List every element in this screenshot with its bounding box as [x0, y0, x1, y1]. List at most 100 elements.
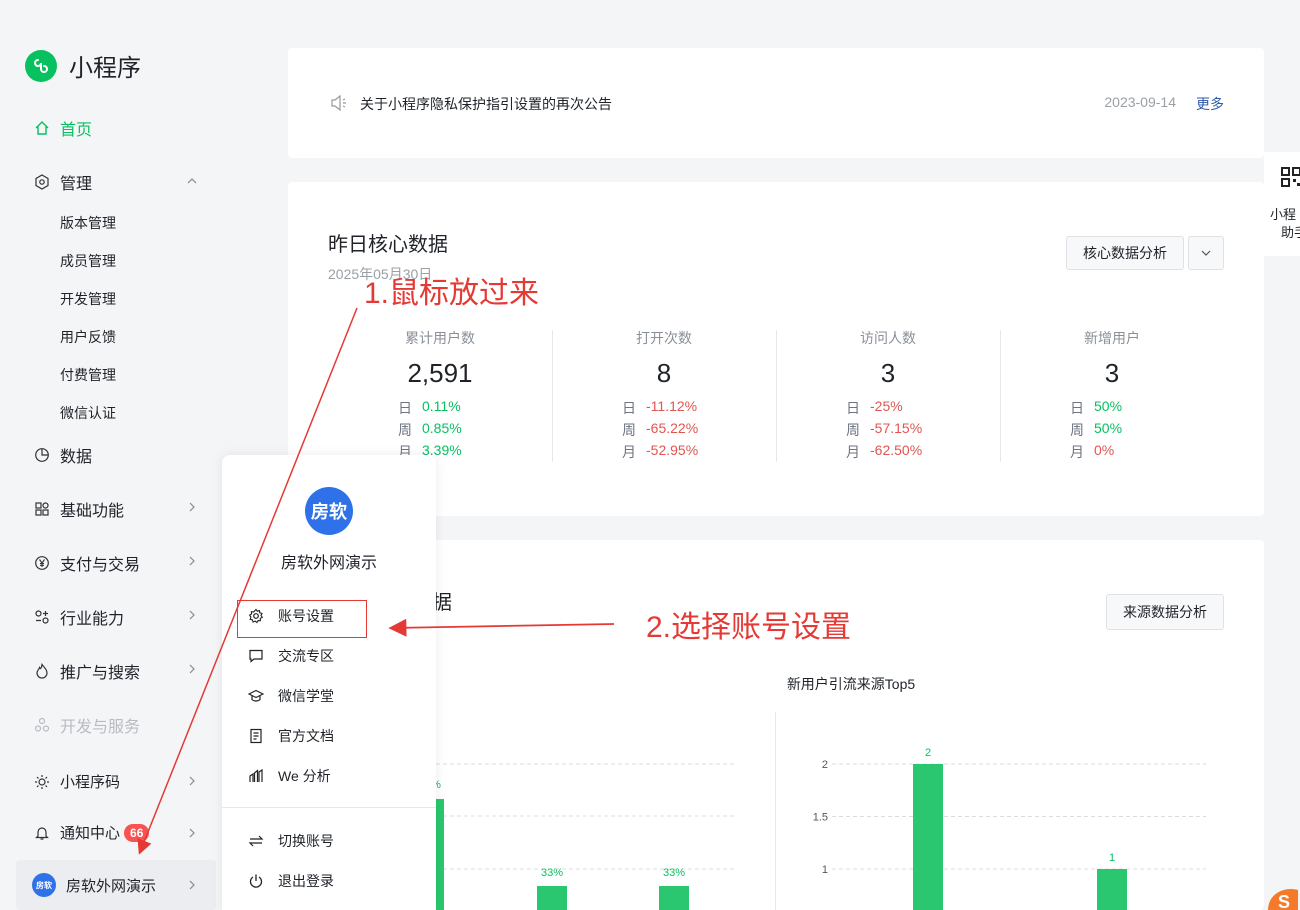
notice-more-link[interactable]: 更多 — [1196, 94, 1224, 114]
bar — [913, 764, 943, 910]
menu-we-analysis[interactable]: We 分析 — [248, 766, 331, 786]
account-row[interactable]: 房软 房软外网演示 — [16, 860, 216, 910]
nav-notice-center[interactable]: 通知中心 66 — [33, 822, 150, 843]
notice-count-badge: 66 — [124, 823, 150, 842]
chevron-right-icon[interactable] — [186, 663, 198, 675]
menu-switch-account[interactable]: 切换账号 — [248, 831, 334, 851]
chevron-right-icon[interactable] — [186, 827, 198, 839]
stat-period: 月 — [622, 444, 636, 460]
nav-data-label: 数据 — [60, 449, 93, 466]
nav-notice-label: 通知中心 — [60, 825, 121, 842]
stat-column: 访问人数 3 日 -25% 周 -57.15% 月 -62.50% — [776, 328, 1000, 462]
stat-change-value: -11.12% — [646, 398, 698, 414]
menu-label: 切换账号 — [278, 833, 334, 849]
switch-arrows-icon — [248, 833, 264, 849]
nav-devsvc: 开发与服务 — [33, 713, 140, 737]
stat-period: 日 — [846, 400, 860, 416]
stat-value: 3 — [1104, 358, 1120, 388]
chevron-right-icon[interactable] — [186, 775, 198, 787]
stat-change-value: -65.22% — [646, 420, 699, 436]
y-tick-label: 1.5 — [813, 812, 828, 824]
nav-data[interactable]: 数据 — [33, 443, 92, 467]
stat-period: 月 — [1070, 444, 1084, 460]
y-tick-label: 2 — [822, 759, 828, 771]
nav-promo-label: 推广与搜索 — [60, 665, 141, 682]
stat-column: 新增用户 3 日 50% 周 50% 月 0% — [1000, 328, 1224, 462]
sub-pay[interactable]: 付费管理 — [60, 365, 116, 385]
side-tab-line1: 小程 — [1270, 207, 1297, 222]
stat-change-value: 0% — [1094, 442, 1115, 458]
sub-verify[interactable]: 微信认证 — [60, 403, 116, 423]
miniprogram-logo-icon — [25, 49, 57, 82]
nav-manage-label: 管理 — [60, 176, 93, 193]
nav-industry-label: 行业能力 — [60, 611, 125, 628]
data-label: 33% — [663, 867, 685, 879]
sub-version[interactable]: 版本管理 — [60, 213, 116, 233]
chevron-up-icon[interactable] — [186, 175, 198, 187]
data-label: 2 — [925, 747, 931, 759]
nav-promo[interactable]: 推广与搜索 — [33, 659, 140, 683]
chevron-right-icon[interactable] — [186, 609, 198, 621]
stat-period: 月 — [846, 444, 860, 460]
stat-period: 日 — [622, 400, 636, 416]
nav-pay[interactable]: 支付与交易 — [33, 551, 140, 575]
menu-docs[interactable]: 官方文档 — [248, 726, 334, 746]
chevron-right-icon — [189, 880, 195, 890]
menu-label: 退出登录 — [278, 873, 334, 889]
sidebar: 小程序 首页 管理 版本管理 成员管理 开发管理 用户反馈 付费管理 微信认证 … — [0, 0, 230, 910]
divider — [1000, 330, 1001, 462]
menu-label: 交流专区 — [278, 648, 334, 664]
menu-logout[interactable]: 退出登录 — [248, 871, 334, 891]
nav-basic[interactable]: 基础功能 — [33, 497, 124, 521]
nav-qrcode-label: 小程序码 — [60, 774, 121, 791]
annotation-highlight-box — [237, 600, 367, 638]
document-icon — [248, 728, 264, 744]
sub-members[interactable]: 成员管理 — [60, 251, 116, 271]
stat-column: 打开次数 8 日 -11.12% 周 -65.22% 月 -52.95% — [552, 328, 776, 462]
ime-s-icon[interactable]: S — [1264, 884, 1300, 910]
flame-icon — [33, 662, 51, 680]
menu-community[interactable]: 交流专区 — [248, 646, 334, 666]
svg-text:S: S — [1278, 892, 1290, 910]
stat-change-value: -62.50% — [870, 442, 923, 458]
stat-value: 2,591 — [407, 358, 473, 388]
core-dropdown-button[interactable] — [1188, 236, 1224, 270]
notice-text[interactable]: 关于小程序隐私保护指引设置的再次公告 — [360, 94, 612, 114]
menu-label: 微信学堂 — [278, 688, 334, 704]
pie-chart-icon — [33, 446, 51, 464]
data-label: 33% — [541, 867, 563, 879]
stat-label: 新增用户 — [1084, 330, 1140, 346]
assistant-side-tab[interactable]: 小程 助手 — [1264, 152, 1300, 256]
core-analysis-button[interactable]: 核心数据分析 — [1066, 236, 1184, 270]
notice-card: 关于小程序隐私保护指引设置的再次公告 2023-09-14 更多 — [288, 48, 1264, 158]
app-logo[interactable]: 小程序 — [25, 48, 141, 83]
chevron-right-icon[interactable] — [186, 555, 198, 567]
nav-manage[interactable]: 管理 — [33, 170, 92, 194]
sub-dev[interactable]: 开发管理 — [60, 289, 116, 309]
nav-industry[interactable]: 行业能力 — [33, 605, 124, 629]
chevron-right-icon[interactable] — [186, 501, 198, 513]
stat-period: 周 — [622, 422, 636, 438]
divider — [222, 807, 436, 808]
bell-icon — [33, 824, 51, 842]
divider — [552, 330, 553, 462]
nav-qrcode[interactable]: 小程序码 — [33, 771, 120, 792]
stat-change-value: 50% — [1094, 420, 1123, 436]
annotation-step1: 1.鼠标放过来 — [364, 277, 540, 310]
nav-devsvc-label: 开发与服务 — [60, 719, 141, 736]
stat-label: 访问人数 — [860, 330, 916, 346]
graduation-cap-icon — [248, 688, 264, 704]
menu-academy[interactable]: 微信学堂 — [248, 686, 334, 706]
sub-feedback[interactable]: 用户反馈 — [60, 327, 116, 347]
chevron-down-icon — [1201, 250, 1211, 256]
qrcode-sun-icon — [33, 773, 51, 791]
nav-home-label: 首页 — [60, 122, 93, 139]
stat-period: 周 — [846, 422, 860, 438]
stat-change-value: 0.11% — [422, 398, 461, 414]
notice-date: 2023-09-14 — [1104, 94, 1176, 110]
bar — [659, 886, 689, 910]
stat-value: 3 — [880, 358, 896, 388]
account-popup: 房软 房软外网演示 账号设置 交流专区 微信学堂 官方文档 We 分析 切换账号… — [222, 455, 436, 910]
nav-home[interactable]: 首页 — [33, 116, 92, 140]
speaker-icon — [331, 94, 346, 112]
